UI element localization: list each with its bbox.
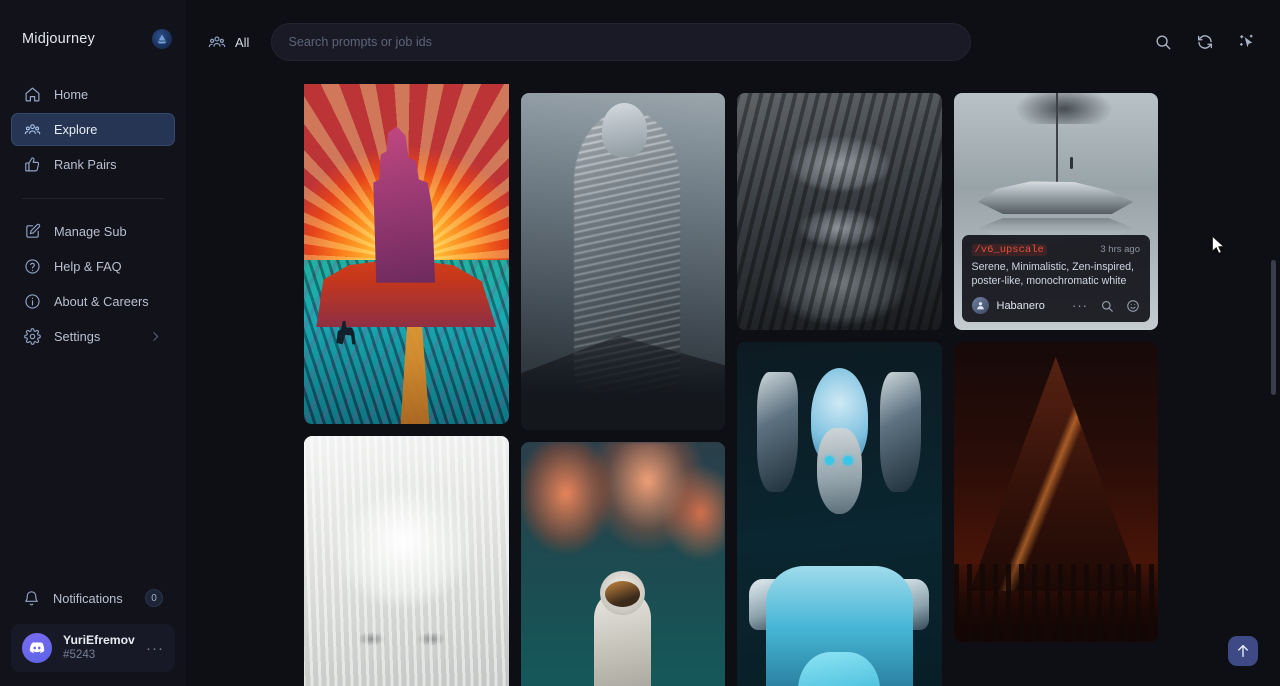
sidebar-item-label: Manage Sub <box>54 224 127 239</box>
artwork-thumbnail <box>737 93 942 330</box>
gallery-card-carved-stone-face[interactable] <box>737 93 942 330</box>
filter-tab-all[interactable]: All <box>200 27 257 57</box>
artwork-thumbnail <box>304 436 509 686</box>
notifications-row[interactable]: Notifications 0 <box>11 582 175 614</box>
gallery-column-4: /v6_upscale 3 hrs ago Serene, Minimalist… <box>954 93 1159 686</box>
sidebar-item-label: Settings <box>54 329 100 344</box>
bell-icon <box>23 590 40 607</box>
overlay-header: /v6_upscale 3 hrs ago <box>972 244 1141 256</box>
gear-icon <box>24 328 41 345</box>
gallery-card-misty-island-reflection[interactable]: /v6_upscale 3 hrs ago Serene, Minimalist… <box>954 93 1159 330</box>
user-discriminator: #5243 <box>63 648 135 662</box>
sidebar-item-label: Explore <box>54 122 97 137</box>
artwork-thumbnail <box>954 342 1159 642</box>
discord-avatar <box>22 633 52 663</box>
overlay-footer: Habanero ··· <box>972 297 1141 314</box>
midjourney-app: Midjourney Home Explore <box>0 0 1280 686</box>
user-card[interactable]: YuriEfremov #5243 ··· <box>11 624 175 672</box>
overlay-search-similar-icon[interactable] <box>1100 299 1114 313</box>
search-input[interactable] <box>288 35 954 49</box>
search-icon[interactable] <box>1150 29 1176 55</box>
sidebar-item-settings[interactable]: Settings <box>11 320 175 353</box>
gallery-card-blue-cyborg-woman[interactable] <box>737 342 942 686</box>
arrow-up-icon <box>1235 643 1251 659</box>
search-bar[interactable] <box>271 23 971 61</box>
sidebar-item-about-careers[interactable]: About & Careers <box>11 285 175 318</box>
user-identity: YuriEfremov #5243 <box>63 633 135 663</box>
artwork-thumbnail <box>521 93 726 430</box>
sidebar-item-label: Rank Pairs <box>54 157 117 172</box>
sidebar-item-label: About & Careers <box>54 294 149 309</box>
sidebar-item-label: Help & FAQ <box>54 259 122 274</box>
user-name: YuriEfremov <box>63 633 135 648</box>
primary-nav: Home Explore Rank Pairs <box>0 78 186 181</box>
gallery-column-3 <box>737 93 942 686</box>
job-prompt-text: Serene, Minimalistic, Zen-inspired, post… <box>972 260 1141 288</box>
author-avatar <box>972 297 989 314</box>
gallery-column-1 <box>304 0 509 686</box>
chevron-right-icon <box>149 330 162 343</box>
gallery-card-psychedelic-castle-rider[interactable] <box>304 52 509 424</box>
sidebar: Midjourney Home Explore <box>0 0 186 686</box>
sidebar-divider <box>22 198 164 199</box>
gallery-card-underwater-astronaut[interactable] <box>521 442 726 686</box>
topbar-actions <box>1150 29 1260 55</box>
mouse-cursor <box>1211 235 1226 255</box>
notifications-count-badge: 0 <box>145 589 163 607</box>
thumbs-up-icon <box>24 156 41 173</box>
filter-tab-label: All <box>235 35 249 50</box>
info-circle-icon <box>24 293 41 310</box>
sidebar-item-label: Home <box>54 87 88 102</box>
explore-group-icon <box>24 121 41 138</box>
home-icon <box>24 86 41 103</box>
gallery-column-2 <box>521 93 726 686</box>
midjourney-boat-badge-icon[interactable] <box>152 29 172 49</box>
sparkle-cursor-icon[interactable] <box>1234 29 1260 55</box>
sidebar-item-rank-pairs[interactable]: Rank Pairs <box>11 148 175 181</box>
brand-header: Midjourney <box>0 0 186 78</box>
notifications-label: Notifications <box>53 591 123 606</box>
gallery-card-burning-pyramid[interactable] <box>954 342 1159 642</box>
brand-name: Midjourney <box>22 31 95 47</box>
edit-square-icon <box>24 223 41 240</box>
sidebar-item-manage-sub[interactable]: Manage Sub <box>11 215 175 248</box>
question-circle-icon <box>24 258 41 275</box>
gallery-card-white-stone-face[interactable] <box>304 436 509 686</box>
job-command-tag[interactable]: /v6_upscale <box>972 244 1047 256</box>
refresh-icon[interactable] <box>1192 29 1218 55</box>
vertical-scrollbar[interactable] <box>1271 260 1276 395</box>
secondary-nav: Manage Sub Help & FAQ About & Careers Se… <box>0 215 186 353</box>
overlay-action-group: ··· <box>1072 299 1140 313</box>
user-more-menu-icon[interactable]: ··· <box>146 641 164 656</box>
sidebar-item-home[interactable]: Home <box>11 78 175 111</box>
artwork-thumbnail <box>304 52 509 424</box>
author-username[interactable]: Habanero <box>997 300 1045 312</box>
group-people-icon <box>208 33 226 51</box>
main-content: /v6_upscale 3 hrs ago Serene, Minimalist… <box>186 0 1280 686</box>
scroll-to-top-button[interactable] <box>1228 636 1258 666</box>
overlay-react-emoji-icon[interactable] <box>1126 299 1140 313</box>
image-gallery-grid: /v6_upscale 3 hrs ago Serene, Minimalist… <box>304 0 1158 686</box>
sidebar-spacer <box>0 353 186 582</box>
overlay-more-menu-icon[interactable]: ··· <box>1072 299 1088 312</box>
artwork-thumbnail <box>737 342 942 686</box>
topbar: All <box>186 0 1280 84</box>
artwork-thumbnail <box>521 442 726 686</box>
gallery-card-shrouded-grey-figure[interactable] <box>521 93 726 430</box>
sidebar-item-explore[interactable]: Explore <box>11 113 175 146</box>
job-timestamp: 3 hrs ago <box>1100 244 1140 255</box>
image-hover-info-card: /v6_upscale 3 hrs ago Serene, Minimalist… <box>962 235 1151 322</box>
sidebar-item-help-faq[interactable]: Help & FAQ <box>11 250 175 283</box>
